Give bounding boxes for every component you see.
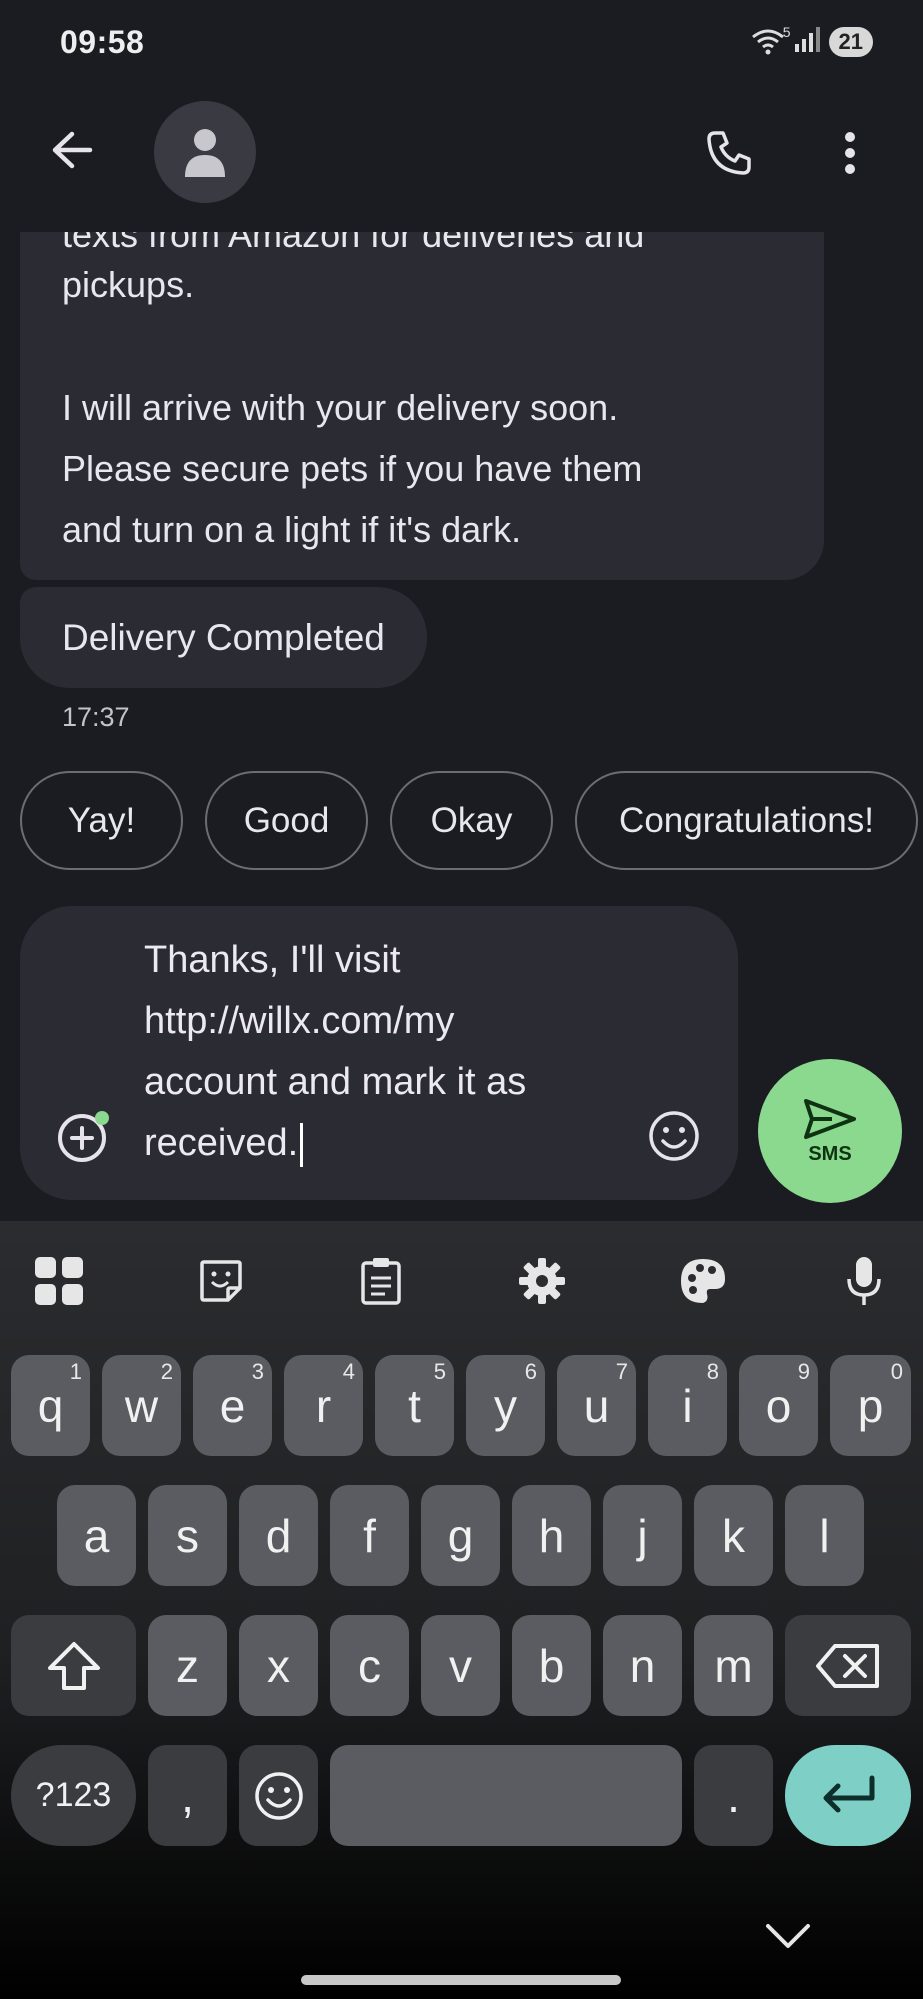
home-gesture-bar[interactable] bbox=[301, 1975, 621, 1985]
phone-icon bbox=[707, 131, 751, 175]
send-sms-button[interactable]: SMS bbox=[758, 1059, 902, 1203]
key-e[interactable]: e3 bbox=[193, 1355, 272, 1456]
keyboard-toolbar bbox=[0, 1221, 923, 1336]
battery-badge: 21 bbox=[828, 26, 873, 57]
add-circle-icon bbox=[58, 1111, 109, 1162]
palette-icon bbox=[681, 1259, 725, 1303]
smart-reply-chip[interactable]: Yay! bbox=[20, 771, 183, 870]
key-y[interactable]: y6 bbox=[466, 1355, 545, 1456]
apps-grid-icon bbox=[35, 1257, 83, 1305]
arrow-left-icon bbox=[52, 131, 93, 169]
smart-reply-chip[interactable]: Congratulations! bbox=[575, 771, 918, 870]
key-k[interactable]: k bbox=[694, 1485, 773, 1586]
key-f[interactable]: f bbox=[330, 1485, 409, 1586]
voice-input-button[interactable] bbox=[832, 1249, 896, 1313]
sticker-icon bbox=[200, 1260, 242, 1302]
key-b[interactable]: b bbox=[512, 1615, 591, 1716]
status-icons: 5 21 bbox=[751, 24, 873, 57]
message-line: I will arrive with your delivery soon. bbox=[62, 387, 619, 428]
symbols-key[interactable]: ?123 bbox=[11, 1745, 136, 1846]
status-time: 09:58 bbox=[60, 24, 145, 60]
key-x[interactable]: x bbox=[239, 1615, 318, 1716]
person-icon bbox=[185, 129, 225, 177]
key-o[interactable]: o9 bbox=[739, 1355, 818, 1456]
key-q[interactable]: q1 bbox=[11, 1355, 90, 1456]
emoji-button[interactable] bbox=[644, 1106, 704, 1166]
more-options-button[interactable] bbox=[820, 118, 880, 188]
period-key[interactable]: . bbox=[694, 1745, 773, 1846]
compose-field[interactable]: Thanks, I'll visit http://willx.com/my a… bbox=[20, 906, 738, 1200]
emoji-icon bbox=[649, 1111, 699, 1161]
key-t[interactable]: t5 bbox=[375, 1355, 454, 1456]
key-p[interactable]: p0 bbox=[830, 1355, 911, 1456]
key-v[interactable]: v bbox=[421, 1615, 500, 1716]
shift-key[interactable] bbox=[11, 1615, 136, 1716]
smart-reply-chip[interactable]: Okay bbox=[390, 771, 553, 870]
key-h[interactable]: h bbox=[512, 1485, 591, 1586]
key-a[interactable]: a bbox=[57, 1485, 136, 1586]
compose-input[interactable]: Thanks, I'll visit http://willx.com/my a… bbox=[144, 930, 644, 1174]
send-icon bbox=[804, 1098, 856, 1139]
compose-text: Thanks, I'll visit http://willx.com/my a… bbox=[144, 939, 527, 1164]
enter-key[interactable] bbox=[785, 1745, 911, 1846]
emoji-icon bbox=[254, 1771, 303, 1820]
microphone-icon bbox=[847, 1257, 881, 1305]
keyboard: q1 w2 e3 r4 t5 y6 u7 i8 o9 p0 a s d f g … bbox=[0, 1221, 923, 1999]
hide-keyboard-button[interactable] bbox=[760, 1912, 816, 1962]
signal-icon bbox=[793, 26, 821, 57]
key-l[interactable]: l bbox=[785, 1485, 864, 1586]
wifi-icon: 5 bbox=[751, 24, 791, 56]
key-m[interactable]: m bbox=[694, 1615, 773, 1716]
key-s[interactable]: s bbox=[148, 1485, 227, 1586]
message-line: Please secure pets if you have them bbox=[62, 448, 643, 489]
message-bubble-delivery-completed[interactable]: Delivery Completed bbox=[20, 587, 427, 688]
comma-key[interactable]: , bbox=[148, 1745, 227, 1846]
key-z[interactable]: z bbox=[148, 1615, 227, 1716]
theme-button[interactable] bbox=[671, 1249, 735, 1313]
smart-reply-chip[interactable]: Good bbox=[205, 771, 368, 870]
clipboard-icon bbox=[361, 1258, 401, 1305]
key-w[interactable]: w2 bbox=[102, 1355, 181, 1456]
key-j[interactable]: j bbox=[603, 1485, 682, 1586]
message-line: and turn on a light if it's dark. bbox=[62, 509, 522, 550]
wifi-badge: 5 bbox=[782, 23, 791, 40]
settings-gear-icon bbox=[519, 1258, 565, 1304]
settings-button[interactable] bbox=[510, 1249, 574, 1313]
emoji-key[interactable] bbox=[239, 1745, 318, 1846]
key-u[interactable]: u7 bbox=[557, 1355, 636, 1456]
key-g[interactable]: g bbox=[421, 1485, 500, 1586]
chevron-down-icon bbox=[766, 1924, 810, 1948]
contact-avatar[interactable] bbox=[154, 101, 256, 203]
message-line: pickups. bbox=[62, 264, 195, 305]
enter-icon bbox=[823, 1775, 875, 1812]
key-c[interactable]: c bbox=[330, 1615, 409, 1716]
add-attachment-button[interactable] bbox=[54, 1106, 114, 1166]
text-cursor bbox=[300, 1122, 304, 1167]
message-text: Delivery Completed bbox=[62, 616, 385, 658]
send-label: SMS bbox=[808, 1142, 852, 1165]
key-r[interactable]: r4 bbox=[284, 1355, 363, 1456]
backspace-key[interactable] bbox=[785, 1615, 911, 1716]
sticker-button[interactable] bbox=[189, 1249, 253, 1313]
clipboard-button[interactable] bbox=[349, 1249, 413, 1313]
shift-icon bbox=[47, 1641, 100, 1690]
back-button[interactable] bbox=[40, 118, 104, 182]
space-key[interactable] bbox=[330, 1745, 682, 1846]
message-timestamp: 17:37 bbox=[62, 702, 130, 732]
more-vert-icon bbox=[845, 132, 855, 174]
apps-grid-button[interactable] bbox=[27, 1249, 91, 1313]
key-n[interactable]: n bbox=[603, 1615, 682, 1716]
call-button[interactable] bbox=[694, 118, 764, 188]
key-i[interactable]: i8 bbox=[648, 1355, 727, 1456]
key-d[interactable]: d bbox=[239, 1485, 318, 1586]
backspace-icon bbox=[816, 1643, 879, 1688]
